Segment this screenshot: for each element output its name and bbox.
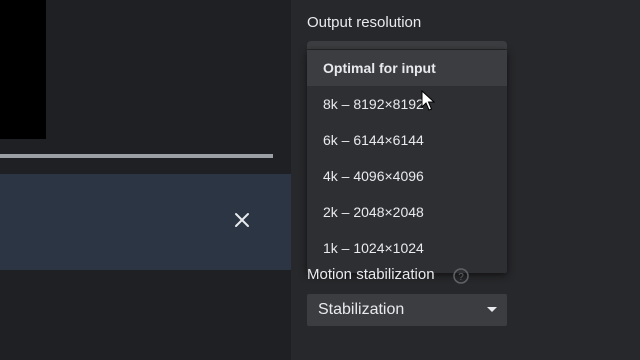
progress-fill	[0, 154, 273, 158]
resolution-option-8k[interactable]: 8k – 8192×8192	[307, 86, 507, 122]
progress-bar[interactable]	[0, 154, 273, 158]
preview-area	[0, 0, 291, 360]
svg-text:?: ?	[458, 272, 464, 283]
output-resolution-label: Output resolution	[307, 14, 422, 31]
help-circle-icon[interactable]: ?	[453, 268, 469, 284]
motion-stabilization-label: Motion stabilization	[307, 266, 435, 283]
output-resolution-select[interactable]	[307, 41, 507, 49]
motion-stabilization-select[interactable]: Stabilization	[307, 294, 507, 326]
video-preview	[0, 0, 46, 139]
resolution-option-4k[interactable]: 4k – 4096×4096	[307, 158, 507, 194]
mouse-cursor-icon	[421, 90, 435, 111]
resolution-option-6k[interactable]: 6k – 6144×6144	[307, 122, 507, 158]
output-resolution-dropdown: Optimal for input 8k – 8192×8192 6k – 61…	[307, 50, 507, 273]
resolution-option-optimal[interactable]: Optimal for input	[307, 50, 507, 86]
chevron-down-icon	[487, 307, 497, 312]
resolution-option-2k[interactable]: 2k – 2048×2048	[307, 194, 507, 230]
upload-panel	[0, 174, 291, 270]
resolution-option-1k[interactable]: 1k – 1024×1024	[307, 230, 507, 266]
motion-stabilization-value: Stabilization	[318, 301, 405, 318]
close-icon[interactable]	[232, 210, 252, 230]
